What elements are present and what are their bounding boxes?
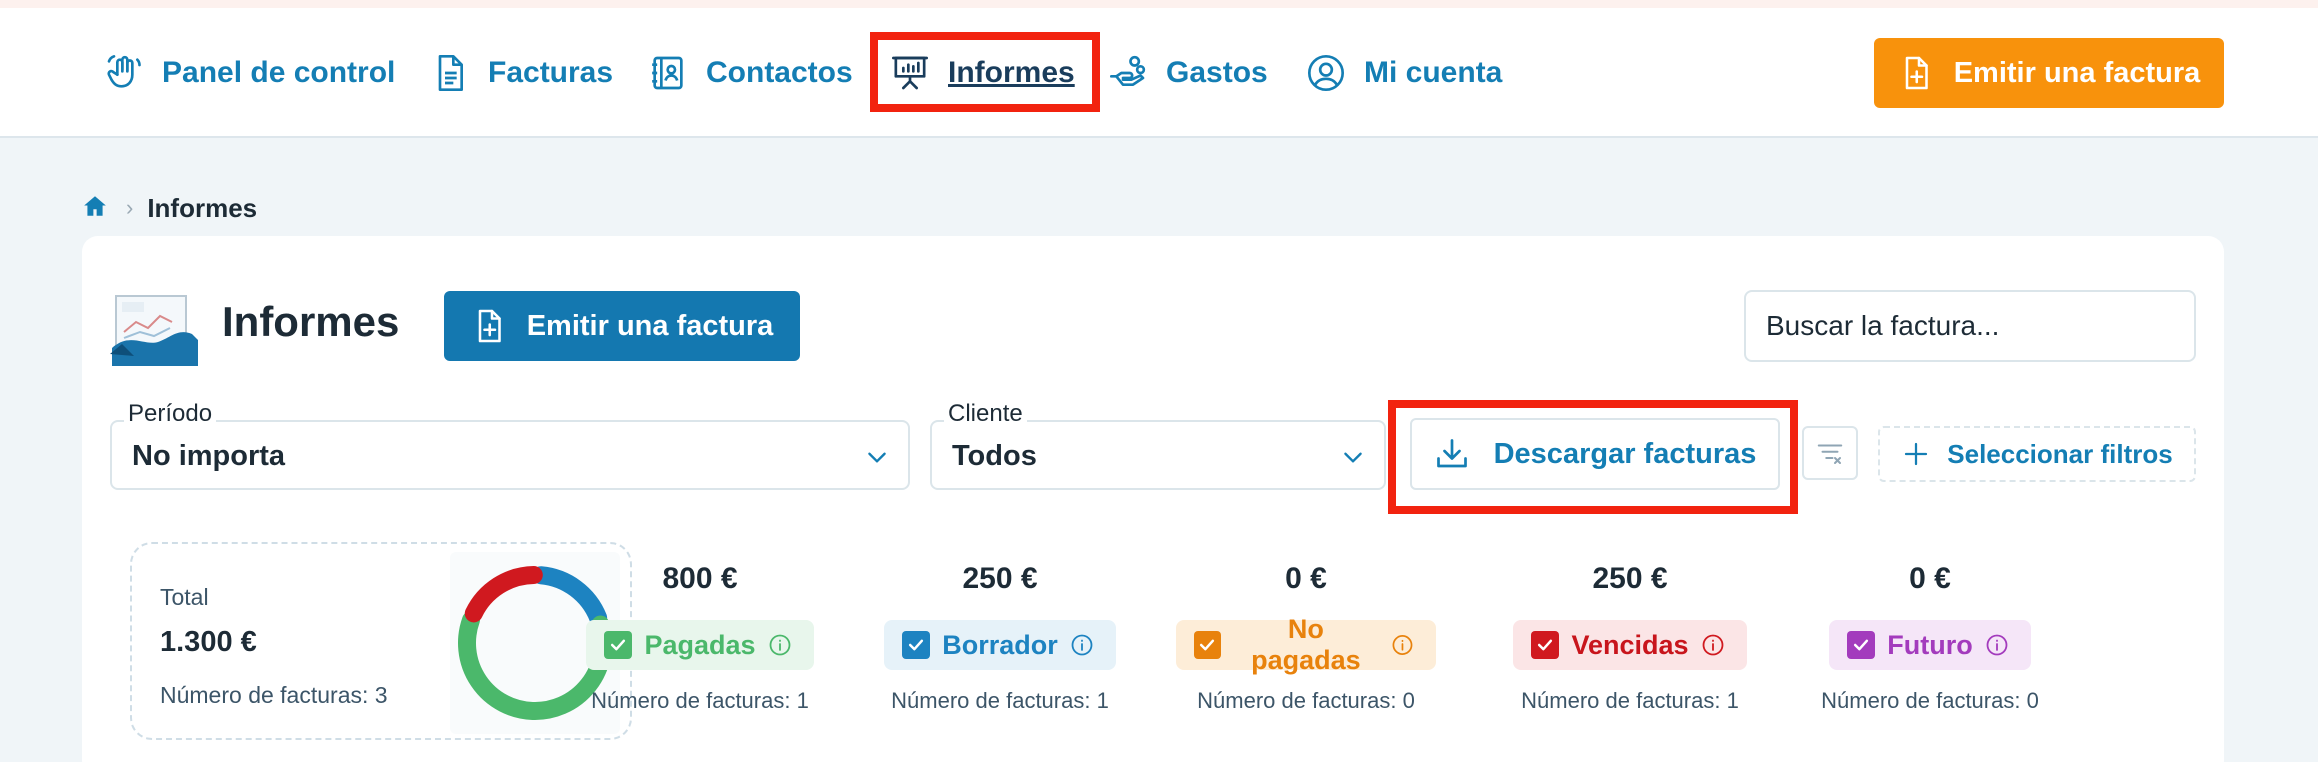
status-label: Futuro [1887,629,1973,660]
download-invoices-button[interactable]: Descargar facturas [1410,418,1780,490]
download-icon [1436,439,1467,468]
nav-mi-cuenta[interactable]: Mi cuenta [1306,8,1502,138]
issue-invoice-nav-label: Emitir una factura [1953,56,2201,89]
nav-contactos[interactable]: Contactos [648,8,853,138]
stat-column: 250 € Borrador Número de facturas: 1 [870,562,1130,714]
document-plus-icon [1905,56,1928,90]
period-label: Período [124,400,217,428]
status-label: No pagadas [1251,614,1361,675]
client-value: Todos [952,440,1037,472]
page-title: Informes [222,298,400,345]
nav-gastos[interactable]: Gastos [1108,8,1268,138]
info-icon[interactable] [1985,633,2009,657]
nav-label: Contactos [706,56,853,89]
status-filter-pill[interactable]: No pagadas [1176,614,1436,675]
total-count: Número de facturas: 3 [160,682,388,708]
period-select[interactable]: Período No importa [110,400,910,490]
select-filters-button[interactable]: Seleccionar filtros [1878,426,2196,482]
status-filter-pill[interactable]: Pagadas [586,620,814,670]
clear-filters-button[interactable] [1802,426,1858,480]
stat-column: 250 € Vencidas Número de facturas: 1 [1500,562,1760,714]
nav-label: Gastos [1166,56,1268,89]
status-label: Pagadas [644,629,756,660]
issue-invoice-label: Emitir una factura [526,309,774,342]
total-label: Total [160,584,209,610]
info-icon[interactable] [1391,633,1414,657]
period-value: No importa [132,440,286,472]
nav-informes[interactable]: Informes [890,8,1075,138]
search-invoice-input[interactable] [1744,290,2196,362]
status-label: Vencidas [1571,629,1689,660]
status-filter-pill[interactable]: Borrador [884,620,1116,670]
info-icon[interactable] [768,633,792,657]
stat-amount: 0 € [1285,562,1327,595]
info-icon[interactable] [1070,633,1094,657]
chevron-right-icon: › [126,195,134,220]
stat-count: Número de facturas: 0 [1197,688,1415,713]
checkbox-checked-icon[interactable] [1847,631,1876,659]
issue-invoice-nav-button[interactable]: Emitir una factura [1874,38,2224,108]
total-value: 1.300 € [160,626,257,658]
document-icon [438,55,463,91]
presentation-board-icon [892,56,928,90]
client-select[interactable]: Cliente Todos [930,400,1386,490]
breadcrumb-current: Informes [147,192,258,223]
chevron-down-icon [868,452,886,463]
nav-label: Facturas [488,56,614,89]
stat-amount: 0 € [1909,562,1951,595]
checkbox-checked-icon[interactable] [902,631,931,659]
stat-column: 0 € Futuro Número de facturas: 0 [1800,562,2060,714]
status-label: Borrador [942,629,1058,660]
contact-book-icon [652,56,683,90]
nav-facturas[interactable]: Facturas [430,8,613,138]
nav-panel-de-control[interactable]: Panel de control [104,8,395,138]
stat-count: Número de facturas: 1 [1521,688,1739,713]
document-plus-icon [478,309,501,343]
filter-clear-icon [1817,444,1843,464]
reports-illustration-icon [110,292,200,366]
user-circle-icon [1308,55,1344,91]
checkbox-checked-icon[interactable] [1531,631,1560,659]
stat-count: Número de facturas: 1 [891,688,1109,713]
nav-label: Panel de control [162,56,396,89]
plus-icon [1905,442,1928,466]
nav-label: Mi cuenta [1364,56,1503,89]
hand-coins-icon [1110,55,1146,86]
top-navbar: Panel de control Facturas Contactos Info… [0,8,2318,138]
donut-segment-vencidas [464,566,543,623]
nav-label: Informes [948,56,1075,89]
info-icon[interactable] [1701,633,1725,657]
issue-invoice-button[interactable]: Emitir una factura [444,291,800,361]
stat-count: Número de facturas: 0 [1821,688,2039,713]
reports-card: Informes Emitir una factura Período No i… [82,236,2224,762]
select-filters-label: Seleccionar filtros [1947,438,2173,469]
checkbox-checked-icon[interactable] [1194,631,1221,659]
total-summary-box: Total 1.300 € Número de facturas: 3 [130,542,632,740]
home-icon[interactable] [82,193,108,224]
status-filter-pill[interactable]: Vencidas [1513,620,1747,670]
download-invoices-label: Descargar facturas [1493,437,1757,470]
stat-amount: 800 € [662,562,738,595]
stat-amount: 250 € [962,562,1038,595]
top-accent-strip [0,0,2318,8]
checkbox-checked-icon[interactable] [604,631,633,659]
status-filter-pill[interactable]: Futuro [1829,620,2031,670]
stat-column: 0 € No pagadas Número de facturas: 0 [1176,562,1436,714]
hand-wave-icon [107,55,141,88]
chevron-down-icon [1344,452,1362,463]
breadcrumb: › Informes [82,190,257,226]
stat-amount: 250 € [1592,562,1668,595]
stat-column: 800 € Pagadas Número de facturas: 1 [570,562,830,714]
stat-count: Número de facturas: 1 [591,688,809,713]
client-label: Cliente [944,400,1027,428]
